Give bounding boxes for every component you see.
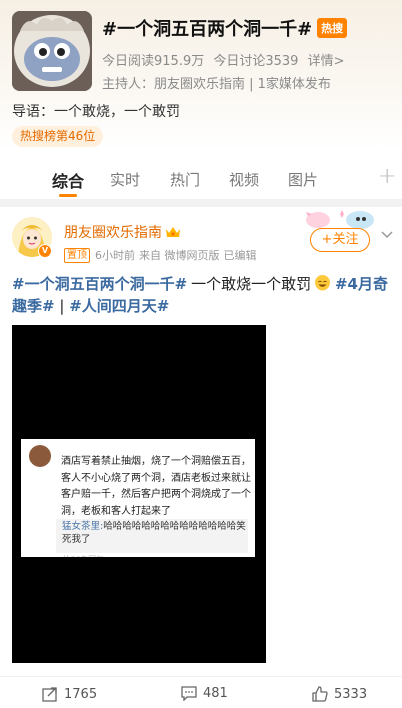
edited-label[interactable]: 已编辑 [224, 247, 257, 263]
reply-user: 猛女茶里: [62, 521, 104, 532]
topic-title: #一个洞五百两个洞一千# [102, 19, 313, 40]
topic-avatar[interactable] [12, 11, 92, 91]
action-bar: 1765 481 5333 [0, 676, 402, 708]
follow-button[interactable]: +关注 [310, 228, 370, 252]
topic-host[interactable]: 主持人：朋友圈欢乐指南 | 1家媒体发布 [102, 73, 331, 92]
tab-images[interactable]: 图片 [288, 169, 318, 190]
post-image[interactable]: 酒店写着禁止抽烟，烧了一个洞赔偿五百，客人不小心烧了两个洞，酒店老板过来就让客户… [12, 325, 266, 663]
tab-all[interactable]: 综合 [52, 168, 84, 192]
tab-bar: 综合 实时 热门 视频 图片 + [0, 160, 402, 198]
comment-button[interactable]: 481 [181, 686, 228, 701]
post-source: 来自 微博网页版 [139, 249, 220, 262]
hashtag-topic[interactable]: #一个洞五百两个洞一千# [12, 275, 187, 293]
tab-realtime[interactable]: 实时 [110, 169, 140, 190]
tag-divider: | [59, 297, 65, 315]
repost-button[interactable]: 1765 [42, 686, 97, 702]
like-count: 5333 [334, 686, 368, 702]
screenshot-card: 酒店写着禁止抽烟，烧了一个洞赔偿五百，客人不小心烧了两个洞，酒店老板过来就让客户… [21, 439, 255, 557]
chevron-down-icon[interactable] [380, 228, 394, 242]
tab-video[interactable]: 视频 [229, 169, 259, 190]
comment-icon [181, 686, 197, 701]
hashtag-spring[interactable]: #人间四月天# [69, 297, 169, 315]
pinned-badge: 置顶 [64, 247, 90, 263]
verified-icon: V [38, 244, 52, 258]
topic-header: #一个洞五百两个洞一千# 热搜 今日阅读915.9万 今日讨论3539 详情> … [0, 0, 402, 150]
topic-intro: 导语：一个敢烧，一个敢罚 [12, 104, 180, 120]
repost-count: 1765 [64, 686, 98, 702]
active-tab-indicator [59, 194, 77, 197]
add-tab-icon[interactable]: + [378, 164, 396, 189]
author-name[interactable]: 朋友圈欢乐指南 [64, 222, 162, 242]
post-time: 6小时前 [95, 249, 135, 262]
screenshot-comment: 酒店写着禁止抽烟，烧了一个洞赔偿五百，客人不小心烧了两个洞，酒店老板过来就让客户… [61, 456, 251, 517]
read-count: 今日阅读915.9万 [102, 54, 205, 69]
author-row: 朋友圈欢乐指南 [64, 222, 181, 242]
topic-title-row: #一个洞五百两个洞一千# 热搜 [102, 15, 348, 41]
post-content: #一个洞五百两个洞一千# 一个敢烧一个敢罚 #4月奇趣季# | #人间四月天# [12, 273, 392, 317]
repost-icon [42, 687, 57, 702]
discussion-count: 今日讨论3539 [213, 54, 299, 69]
rank-badge[interactable]: 热搜榜第46位 [12, 126, 104, 147]
topic-stats: 今日阅读915.9万 今日讨论3539 详情> [102, 50, 350, 69]
details-link[interactable]: 详情> [308, 54, 345, 69]
post-body-text: 一个敢烧一个敢罚 [191, 275, 312, 293]
commenter-avatar [29, 445, 51, 467]
tab-hot[interactable]: 热门 [170, 169, 200, 190]
comment-count: 481 [203, 686, 228, 701]
hot-badge: 热搜 [317, 18, 348, 38]
screenshot-more-replies: 共64条回复 [62, 554, 104, 557]
screenshot-reply-text: 猛女茶里:哈哈哈哈哈哈哈哈哈哈哈哈哈哈笑死我了 [62, 520, 246, 546]
thumbs-up-icon [312, 686, 328, 702]
crown-icon [166, 227, 180, 237]
like-button[interactable]: 5333 [312, 686, 367, 702]
post-meta: 置顶 6小时前 来自 微博网页版 已编辑 [64, 247, 261, 263]
laugh-emoji-icon [315, 275, 331, 291]
section-divider [0, 199, 402, 207]
screenshot-reply: 猛女茶里:哈哈哈哈哈哈哈哈哈哈哈哈哈哈笑死我了 [56, 519, 248, 553]
